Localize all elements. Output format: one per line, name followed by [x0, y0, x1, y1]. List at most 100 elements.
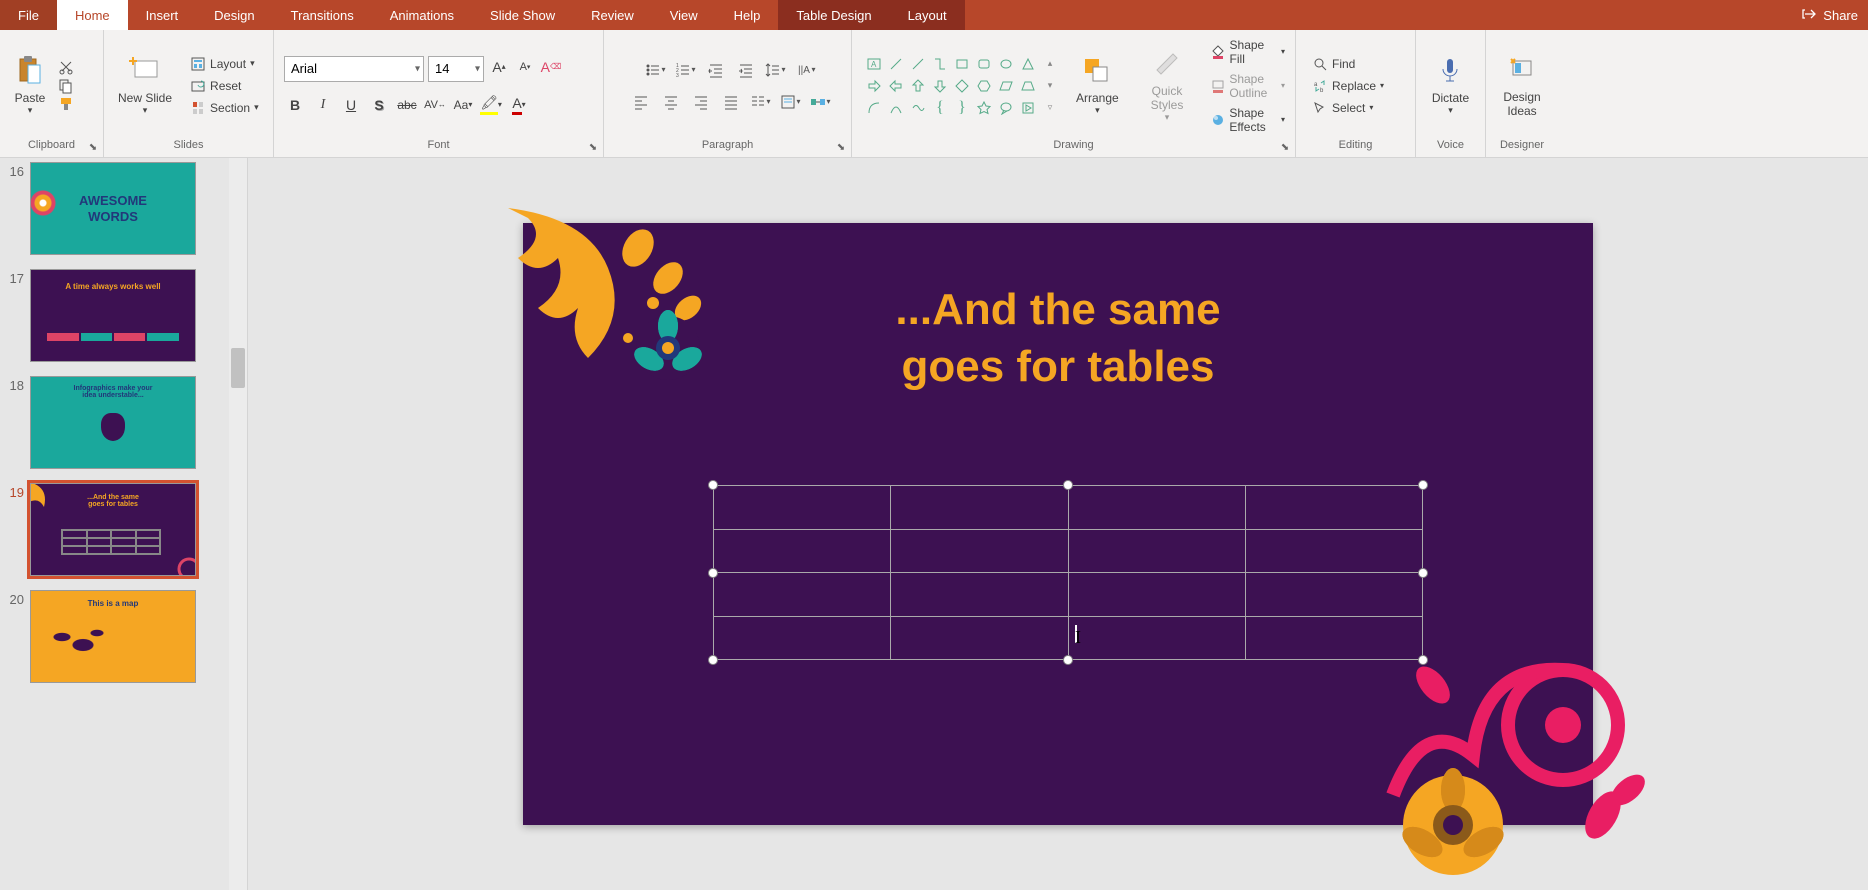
align-right-button[interactable] [689, 90, 713, 114]
tab-animations[interactable]: Animations [372, 0, 472, 30]
bold-button[interactable]: B [284, 94, 306, 116]
slide-thumbnail-17[interactable]: A time always works well [30, 269, 196, 362]
shape-arrow-l[interactable] [886, 76, 906, 96]
shape-diamond[interactable] [952, 76, 972, 96]
design-ideas-button[interactable]: Design Ideas [1492, 52, 1552, 120]
shape-scroll-down[interactable]: ▾ [1040, 76, 1060, 96]
share-button[interactable]: Share [1801, 6, 1858, 25]
shape-arrow-u[interactable] [908, 76, 928, 96]
shape-more[interactable]: ▿ [1040, 98, 1060, 118]
shape-star[interactable] [974, 98, 994, 118]
bullets-button[interactable]: ▾ [644, 58, 668, 82]
char-spacing-button[interactable]: AV↔ [424, 94, 446, 116]
paragraph-dialog-launcher[interactable]: ⬊ [834, 140, 848, 154]
tab-view[interactable]: View [652, 0, 716, 30]
shapes-gallery[interactable]: A ▴ ▾ { [864, 54, 1060, 118]
columns-button[interactable]: ▾ [749, 90, 773, 114]
tab-insert[interactable]: Insert [128, 0, 197, 30]
section-button[interactable]: Section▾ [186, 98, 263, 118]
shape-connector[interactable] [930, 54, 950, 74]
tab-design[interactable]: Design [196, 0, 272, 30]
reset-button[interactable]: Reset [186, 76, 263, 96]
change-case-button[interactable]: Aa▾ [452, 94, 474, 116]
shape-line2[interactable] [908, 54, 928, 74]
tab-tabledesign[interactable]: Table Design [778, 0, 889, 30]
selection-handle[interactable] [1418, 480, 1428, 490]
shape-curve[interactable] [886, 98, 906, 118]
font-dialog-launcher[interactable]: ⬊ [586, 140, 600, 154]
shadow-button[interactable]: S [368, 94, 390, 116]
shape-scroll-up[interactable]: ▴ [1040, 54, 1060, 74]
tab-help[interactable]: Help [716, 0, 779, 30]
shape-textbox[interactable]: A [864, 54, 884, 74]
shape-brace-r[interactable]: } [952, 98, 972, 118]
align-center-button[interactable] [659, 90, 683, 114]
shape-fill-button[interactable]: Shape Fill▾ [1207, 36, 1289, 68]
slide-thumbnails-panel[interactable]: 16 AWESOMEWORDS 17 A time always works w… [0, 158, 248, 890]
arrange-button[interactable]: Arrange▾ [1068, 53, 1127, 118]
slide-thumbnail-16[interactable]: AWESOMEWORDS [30, 162, 196, 255]
justify-button[interactable] [719, 90, 743, 114]
selection-handle[interactable] [1418, 568, 1428, 578]
new-slide-button[interactable]: New Slide ▾ [110, 53, 180, 118]
smartart-button[interactable]: ▾ [809, 90, 833, 114]
drawing-dialog-launcher[interactable]: ⬊ [1278, 140, 1292, 154]
selection-handle[interactable] [708, 568, 718, 578]
slide-canvas[interactable]: ...And the same goes for tables [523, 223, 1593, 825]
cut-button[interactable] [58, 60, 74, 76]
tab-home[interactable]: Home [57, 0, 128, 30]
clipboard-dialog-launcher[interactable]: ⬊ [86, 140, 100, 154]
shape-line[interactable] [886, 54, 906, 74]
align-left-button[interactable] [629, 90, 653, 114]
shape-outline-button[interactable]: Shape Outline▾ [1207, 70, 1289, 102]
selection-handle[interactable] [1063, 480, 1073, 490]
text-direction-button[interactable]: ||A▾ [794, 58, 818, 82]
clear-formatting-button[interactable]: A⌫ [540, 56, 562, 78]
paste-button[interactable]: Paste ▾ [6, 53, 54, 118]
shape-effects-button[interactable]: Shape Effects▾ [1207, 104, 1289, 136]
tab-review[interactable]: Review [573, 0, 652, 30]
font-color-button[interactable]: A▾ [508, 94, 530, 116]
shape-arrow-d[interactable] [930, 76, 950, 96]
tab-layout[interactable]: Layout [890, 0, 965, 30]
slide-thumbnail-20[interactable]: This is a map [30, 590, 196, 683]
shape-triangle[interactable] [1018, 54, 1038, 74]
decrease-indent-button[interactable] [704, 58, 728, 82]
increase-font-button[interactable]: A▴ [488, 56, 510, 78]
layout-button[interactable]: Layout▾ [186, 54, 263, 74]
font-size-selector[interactable] [428, 56, 484, 82]
shape-callout[interactable] [996, 98, 1016, 118]
shape-arc[interactable] [864, 98, 884, 118]
format-painter-button[interactable] [58, 96, 74, 112]
line-spacing-button[interactable]: ▾ [764, 58, 788, 82]
shape-action[interactable] [1018, 98, 1038, 118]
replace-button[interactable]: abReplace▾ [1308, 76, 1388, 96]
shape-freeform[interactable] [908, 98, 928, 118]
shape-parallelogram[interactable] [996, 76, 1016, 96]
dictate-button[interactable]: Dictate▾ [1424, 53, 1477, 118]
shape-trapezoid[interactable] [1018, 76, 1038, 96]
font-name-selector[interactable] [284, 56, 424, 82]
selection-handle[interactable] [708, 480, 718, 490]
shape-brace-l[interactable]: { [930, 98, 950, 118]
find-button[interactable]: Find [1308, 54, 1388, 74]
thumb-scrollbar[interactable] [229, 158, 247, 890]
shape-oval[interactable] [996, 54, 1016, 74]
numbering-button[interactable]: 123▾ [674, 58, 698, 82]
shape-roundrect[interactable] [974, 54, 994, 74]
quick-styles-button[interactable]: Quick Styles▾ [1135, 46, 1200, 125]
tab-file[interactable]: File [0, 0, 57, 30]
shape-hexagon[interactable] [974, 76, 994, 96]
underline-button[interactable]: U [340, 94, 362, 116]
slide-canvas-area[interactable]: ...And the same goes for tables [248, 158, 1868, 890]
tab-slideshow[interactable]: Slide Show [472, 0, 573, 30]
selection-handle[interactable] [708, 655, 718, 665]
align-text-button[interactable]: ▾ [779, 90, 803, 114]
slide-table[interactable] [713, 485, 1423, 660]
select-button[interactable]: Select▾ [1308, 98, 1388, 118]
slide-table-selection[interactable]: I [713, 485, 1423, 660]
italic-button[interactable]: I [312, 94, 334, 116]
tab-transitions[interactable]: Transitions [273, 0, 372, 30]
slide-thumbnail-19[interactable]: ...And the samegoes for tables [30, 483, 196, 576]
selection-handle[interactable] [1063, 655, 1073, 665]
